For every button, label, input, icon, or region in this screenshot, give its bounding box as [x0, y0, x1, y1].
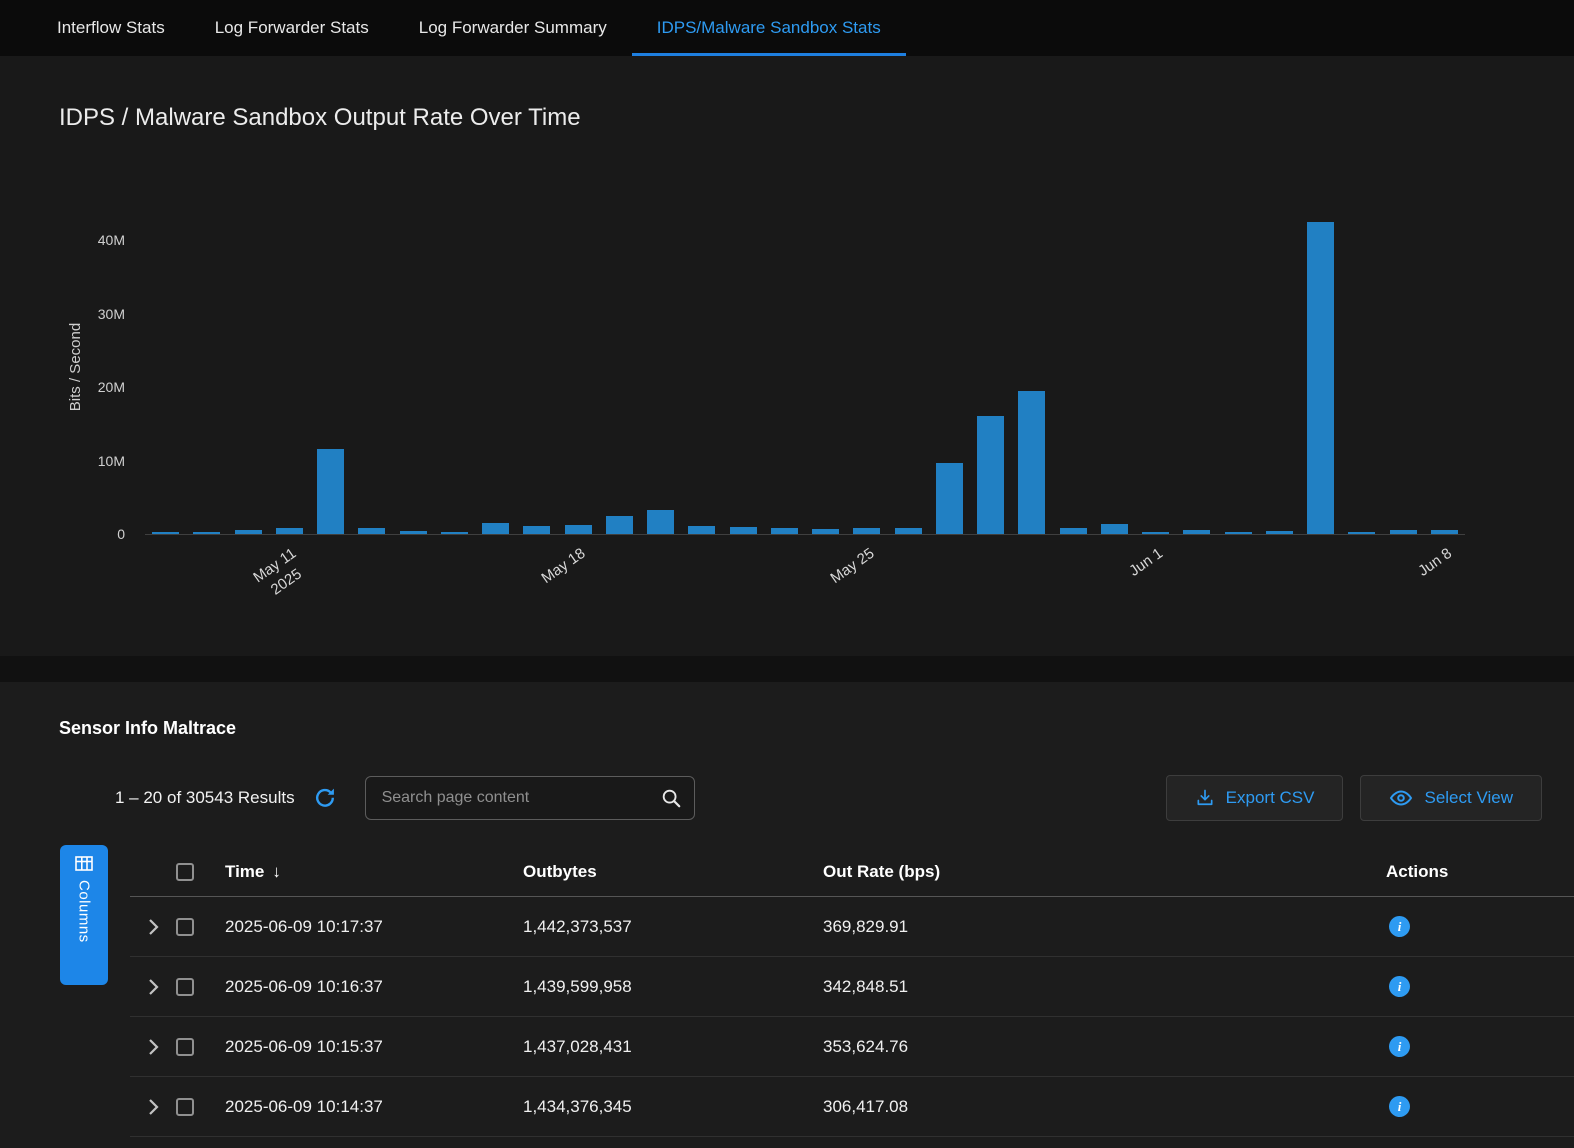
- info-icon[interactable]: i: [1389, 1096, 1410, 1117]
- x-tick-label: May 25: [827, 544, 878, 588]
- table-section: Sensor Info Maltrace 1 – 20 of 30543 Res…: [0, 682, 1574, 1148]
- expand-row-chevron-icon[interactable]: [148, 978, 159, 996]
- info-icon[interactable]: i: [1389, 916, 1410, 937]
- search-input[interactable]: [366, 789, 648, 807]
- chart-panel: IDPS / Malware Sandbox Output Rate Over …: [0, 56, 1574, 656]
- results-count: 1 – 20 of 30543 Results: [115, 788, 295, 808]
- x-tick-label: May 18: [538, 544, 589, 588]
- out-rate-cell: 342,848.51: [823, 977, 1386, 997]
- y-tick-label: 40M: [85, 232, 125, 248]
- table-header-row: Time ↓ Outbytes Out Rate (bps) Actions: [130, 847, 1574, 897]
- actions-column-header: Actions: [1386, 862, 1574, 882]
- section-heading: Sensor Info Maltrace: [0, 682, 1574, 739]
- bar: [317, 449, 344, 534]
- table-row: 2025-06-09 10:17:371,442,373,537369,829.…: [130, 897, 1574, 957]
- outbytes-cell: 1,434,376,345: [523, 1097, 823, 1117]
- outbytes-column-header[interactable]: Outbytes: [523, 862, 823, 882]
- info-icon[interactable]: i: [1389, 976, 1410, 997]
- y-tick-label: 0: [85, 526, 125, 542]
- row-checkbox[interactable]: [176, 978, 194, 996]
- eye-icon: [1389, 786, 1413, 810]
- row-checkbox[interactable]: [176, 1098, 194, 1116]
- search-box: [365, 776, 695, 820]
- row-checkbox[interactable]: [176, 1038, 194, 1056]
- columns-grid-icon: [75, 856, 93, 871]
- plot-area: [145, 200, 1465, 534]
- y-tick-label: 20M: [85, 379, 125, 395]
- x-tick-label: Jun 8: [1414, 544, 1455, 581]
- expand-row-chevron-icon[interactable]: [148, 1038, 159, 1056]
- y-tick-label: 10M: [85, 453, 125, 469]
- time-column-header[interactable]: Time: [225, 862, 264, 882]
- info-icon[interactable]: i: [1389, 1036, 1410, 1057]
- refresh-icon: [313, 786, 337, 810]
- bar: [1101, 524, 1128, 534]
- bar: [606, 516, 633, 534]
- bar: [523, 526, 550, 534]
- select-view-button[interactable]: Select View: [1360, 775, 1542, 821]
- x-tick-label: May 112025: [250, 544, 312, 604]
- time-cell: 2025-06-09 10:16:37: [225, 977, 523, 997]
- bar: [1307, 222, 1334, 534]
- chart-title: IDPS / Malware Sandbox Output Rate Over …: [0, 56, 1574, 132]
- bar: [936, 463, 963, 534]
- y-ticks: 010M20M30M40M: [85, 200, 135, 534]
- tab-log-forwarder-summary[interactable]: Log Forwarder Summary: [394, 0, 632, 56]
- time-cell: 2025-06-09 10:15:37: [225, 1037, 523, 1057]
- results-toolbar: 1 – 20 of 30543 Results Export CSV: [0, 775, 1574, 821]
- bar: [647, 510, 674, 534]
- time-cell: 2025-06-09 10:17:37: [225, 917, 523, 937]
- expand-row-chevron-icon[interactable]: [148, 1098, 159, 1116]
- bar: [977, 416, 1004, 534]
- outbytes-cell: 1,442,373,537: [523, 917, 823, 937]
- bar: [730, 527, 757, 534]
- bar: [565, 525, 592, 534]
- table-row: 2025-06-09 10:16:371,439,599,958342,848.…: [130, 957, 1574, 1017]
- sort-descending-icon[interactable]: ↓: [272, 862, 281, 882]
- tab-log-forwarder-stats[interactable]: Log Forwarder Stats: [190, 0, 394, 56]
- bar: [1018, 391, 1045, 534]
- outbytes-cell: 1,437,028,431: [523, 1037, 823, 1057]
- export-csv-label: Export CSV: [1226, 788, 1315, 808]
- table-row: 2025-06-09 10:14:371,434,376,345306,417.…: [130, 1077, 1574, 1137]
- tab-interflow-stats[interactable]: Interflow Stats: [32, 0, 190, 56]
- y-axis-title: Bits / Second: [67, 323, 84, 411]
- bar: [482, 523, 509, 534]
- outbytes-cell: 1,439,599,958: [523, 977, 823, 997]
- export-csv-button[interactable]: Export CSV: [1166, 775, 1344, 821]
- time-cell: 2025-06-09 10:14:37: [225, 1097, 523, 1117]
- x-tick-label: Jun 1: [1126, 544, 1167, 581]
- out-rate-cell: 369,829.91: [823, 917, 1386, 937]
- plot-wrap: Bits / Second 010M20M30M40M May 112025Ma…: [145, 200, 1465, 535]
- expand-row-chevron-icon[interactable]: [148, 918, 159, 936]
- columns-button[interactable]: Columns: [60, 845, 108, 985]
- search-icon: [660, 787, 682, 809]
- y-tick-label: 30M: [85, 306, 125, 322]
- select-view-label: Select View: [1424, 788, 1513, 808]
- search-button[interactable]: [648, 787, 694, 809]
- table-row: 2025-06-09 10:15:371,437,028,431353,624.…: [130, 1017, 1574, 1077]
- out-rate-column-header[interactable]: Out Rate (bps): [823, 862, 1386, 882]
- x-ticks: May 112025 May 18 May 25 Jun 1 Jun 8: [145, 534, 1465, 624]
- bar: [688, 526, 715, 534]
- out-rate-cell: 306,417.08: [823, 1097, 1386, 1117]
- select-all-checkbox[interactable]: [176, 863, 194, 881]
- columns-label: Columns: [76, 880, 93, 943]
- table-body: 2025-06-09 10:17:371,442,373,537369,829.…: [130, 897, 1574, 1137]
- data-table: Time ↓ Outbytes Out Rate (bps) Actions 2…: [130, 847, 1574, 1137]
- row-checkbox[interactable]: [176, 918, 194, 936]
- tab-idps-malware-sandbox-stats[interactable]: IDPS/Malware Sandbox Stats: [632, 0, 906, 56]
- out-rate-cell: 353,624.76: [823, 1037, 1386, 1057]
- refresh-button[interactable]: [311, 784, 339, 812]
- download-icon: [1195, 788, 1215, 808]
- tab-bar: Interflow Stats Log Forwarder Stats Log …: [0, 0, 1574, 56]
